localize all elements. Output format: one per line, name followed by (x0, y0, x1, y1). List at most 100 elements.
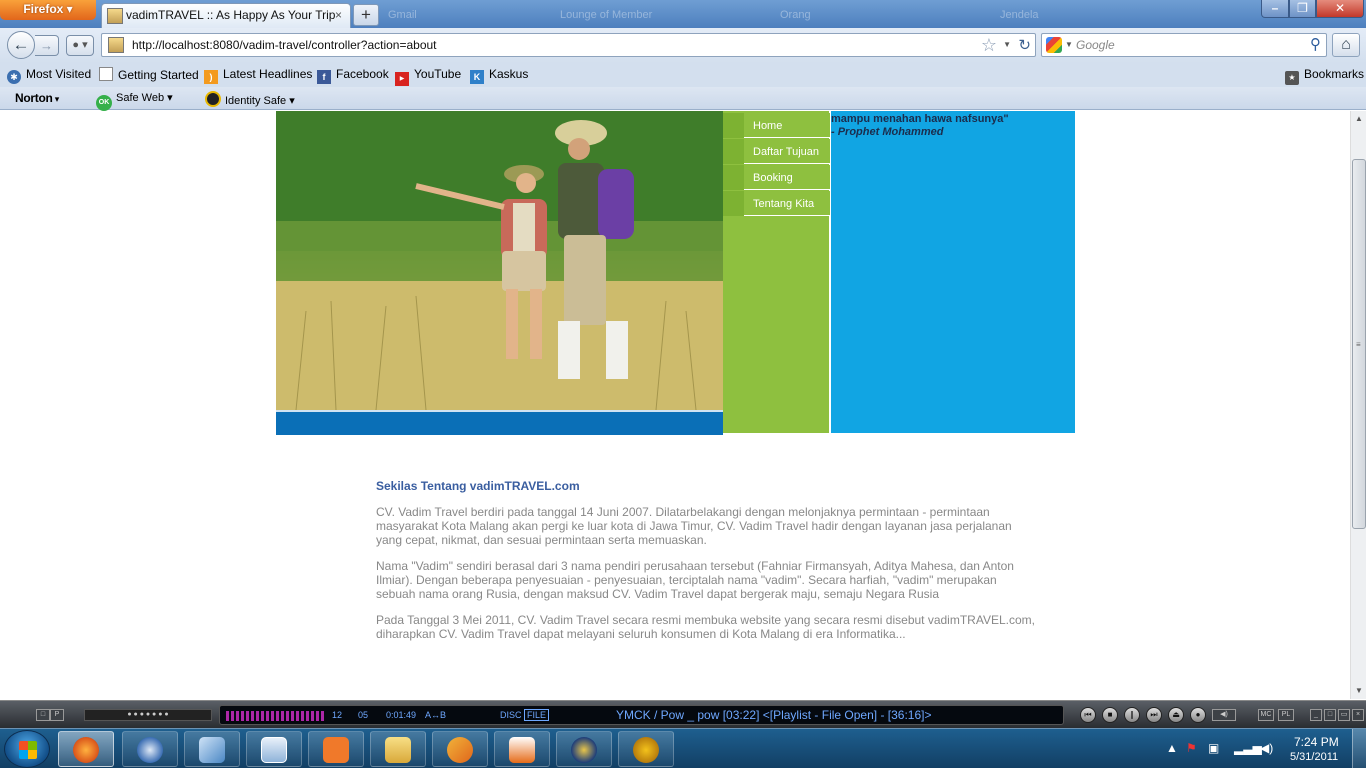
record-icon[interactable]: ● (1190, 707, 1206, 723)
clock-time[interactable]: 7:24 PM (1294, 735, 1339, 749)
taskbar-globe-app[interactable] (618, 731, 674, 767)
player-effects-strip[interactable]: ● ● ● ● ● ● ● (84, 709, 212, 721)
safe-web-button[interactable]: OK Safe Web ▾ (96, 91, 173, 111)
taskbar-xampp[interactable] (308, 731, 364, 767)
search-icon[interactable]: ⚲ (1310, 35, 1321, 53)
player-max-button[interactable]: ▭ (1338, 709, 1350, 721)
player-minimize-button[interactable]: _ (1310, 709, 1322, 721)
taskbar-firefox[interactable] (58, 731, 114, 767)
bookmark-star-icon[interactable]: ☆ (981, 35, 997, 56)
player-pl-button[interactable]: PL (1278, 709, 1294, 721)
nav-item-tentang-kita[interactable]: Tentang Kita (723, 191, 830, 216)
player-mode-button[interactable]: □ (36, 709, 50, 721)
taskbar-thunderbird[interactable] (122, 731, 178, 767)
nav-item-daftar-tujuan[interactable]: Daftar Tujuan (723, 139, 830, 164)
identity-safe-button[interactable]: Identity Safe ▾ (205, 91, 295, 107)
bookmark-getting-started[interactable]: Getting Started (99, 67, 199, 82)
next-icon[interactable]: ⏭ (1146, 707, 1162, 723)
maximize-button[interactable]: ❐ (1289, 0, 1316, 18)
history-dropdown-button[interactable]: ● ▾ (66, 35, 94, 56)
photo-caption-bar (276, 410, 723, 435)
media-file-label[interactable]: FILE (524, 709, 550, 721)
about-heading: Sekilas Tentang vadimTRAVEL.com (376, 479, 580, 493)
clock-date[interactable]: 5/31/2011 (1290, 751, 1338, 763)
search-engine-dropdown-icon[interactable]: ▼ (1065, 40, 1073, 49)
about-paragraph: Nama "Vadim" sendiri berasal dari 3 nama… (376, 559, 1014, 601)
bookmark-most-visited[interactable]: ✱ Most Visited (7, 67, 91, 84)
show-hidden-icons-icon[interactable]: ▲ (1166, 741, 1178, 755)
search-input[interactable]: Google (1076, 38, 1115, 52)
show-desktop-button[interactable] (1352, 729, 1366, 768)
windows-taskbar: ▲ ⚑ ▣ ▂▃▅ ◀) 7:24 PM 5/31/2011 (0, 728, 1366, 768)
taskbar-folder[interactable] (370, 731, 426, 767)
globe-icon (633, 737, 659, 763)
stop-icon[interactable]: ■ (1102, 707, 1118, 723)
vertical-scrollbar[interactable]: ▲ ≡ ▼ (1350, 111, 1366, 699)
media-disc-label[interactable]: DISC (500, 710, 522, 720)
media-counter: 12 (332, 710, 343, 720)
new-tab-button[interactable]: + (353, 4, 379, 26)
address-bar[interactable]: http://localhost:8080/vadim-travel/contr… (101, 33, 1036, 57)
hikers-illustration (276, 111, 723, 410)
bookmark-kaskus[interactable]: K Kaskus (470, 67, 528, 84)
facebook-icon: f (317, 70, 331, 84)
player-mc-button[interactable]: MC (1258, 709, 1274, 721)
gear-icon: ✱ (7, 70, 21, 84)
search-bar[interactable]: ▼ Google ⚲ (1041, 33, 1327, 57)
home-button[interactable]: ⌂ (1332, 33, 1360, 57)
quote-author: - Prophet Mohammed (831, 126, 944, 138)
forward-button[interactable]: → (35, 35, 59, 56)
volume-icon[interactable]: ◀) (1260, 741, 1273, 755)
media-player-icon (509, 737, 535, 763)
norton-menu-button[interactable]: Norton ▾ (15, 91, 59, 105)
media-player-bar: □ P ● ● ● ● ● ● ● 12 05 0:01:49 A↔B DISC… (0, 700, 1366, 728)
netbeans-icon (447, 737, 473, 763)
taskbar-virtualbox[interactable] (184, 731, 240, 767)
pause-icon[interactable]: ∥ (1124, 707, 1140, 723)
taskbar-netbeans[interactable] (432, 731, 488, 767)
nav-item-booking[interactable]: Booking (723, 165, 830, 190)
nav-item-label: Home (753, 120, 783, 132)
scroll-up-arrow-icon[interactable]: ▲ (1351, 111, 1366, 127)
player-restore-button[interactable]: □ (1324, 709, 1336, 721)
taskbar-browser[interactable] (556, 731, 612, 767)
firefox-icon (73, 737, 99, 763)
scroll-down-arrow-icon[interactable]: ▼ (1351, 683, 1366, 699)
page-viewport: Home Daftar Tujuan Booking Tentang Kita … (0, 111, 1350, 699)
nav-item-home[interactable]: Home (723, 113, 830, 138)
volume-icon[interactable]: ◀) (1212, 709, 1236, 721)
browser-icon (571, 737, 597, 763)
google-icon[interactable] (1046, 37, 1062, 53)
virtualbox-icon (199, 737, 225, 763)
previous-icon[interactable]: ⏮ (1080, 707, 1096, 723)
player-close-button[interactable]: × (1352, 709, 1364, 721)
taskbar-explorer[interactable] (246, 731, 302, 767)
media-ab-repeat[interactable]: A↔B (425, 710, 446, 720)
open-icon[interactable]: ⏏ (1168, 707, 1184, 723)
start-button[interactable] (4, 730, 50, 768)
flag-alert-icon[interactable]: ⚑ (1186, 741, 1197, 755)
about-paragraph: CV. Vadim Travel berdiri pada tanggal 14… (376, 505, 1012, 547)
network-icon[interactable]: ▂▃▅ (1234, 741, 1262, 755)
close-window-button[interactable]: ✕ (1316, 0, 1364, 18)
player-mode-button[interactable]: P (50, 709, 64, 721)
explorer-icon (261, 737, 287, 763)
device-icon[interactable]: ▣ (1208, 741, 1219, 755)
reload-icon[interactable]: ↻ (1018, 36, 1031, 54)
bookmark-youtube[interactable]: ▶ YouTube (395, 67, 461, 86)
folder-icon (385, 737, 411, 763)
bookmark-facebook[interactable]: f Facebook (317, 67, 389, 84)
page-icon (99, 67, 113, 81)
tab-close-icon[interactable]: × (335, 4, 342, 27)
background-window-title: Lounge of Member (560, 9, 653, 21)
bookmark-latest-headlines[interactable]: ) Latest Headlines (204, 67, 312, 84)
firefox-menu-button[interactable]: Firefox ▾ (0, 0, 96, 20)
taskbar-media-player[interactable] (494, 731, 550, 767)
url-input[interactable]: http://localhost:8080/vadim-travel/contr… (132, 38, 437, 52)
minimize-button[interactable]: – (1261, 0, 1289, 18)
bookmarks-menu-button[interactable]: ★ Bookmarks (1285, 67, 1364, 85)
scrollbar-thumb[interactable]: ≡ (1352, 159, 1366, 529)
back-button[interactable]: ← (7, 31, 35, 59)
url-history-dropdown-icon[interactable]: ▼ (1003, 40, 1011, 49)
tab-active[interactable]: vadimTRAVEL :: As Happy As Your Trip × (101, 3, 351, 28)
